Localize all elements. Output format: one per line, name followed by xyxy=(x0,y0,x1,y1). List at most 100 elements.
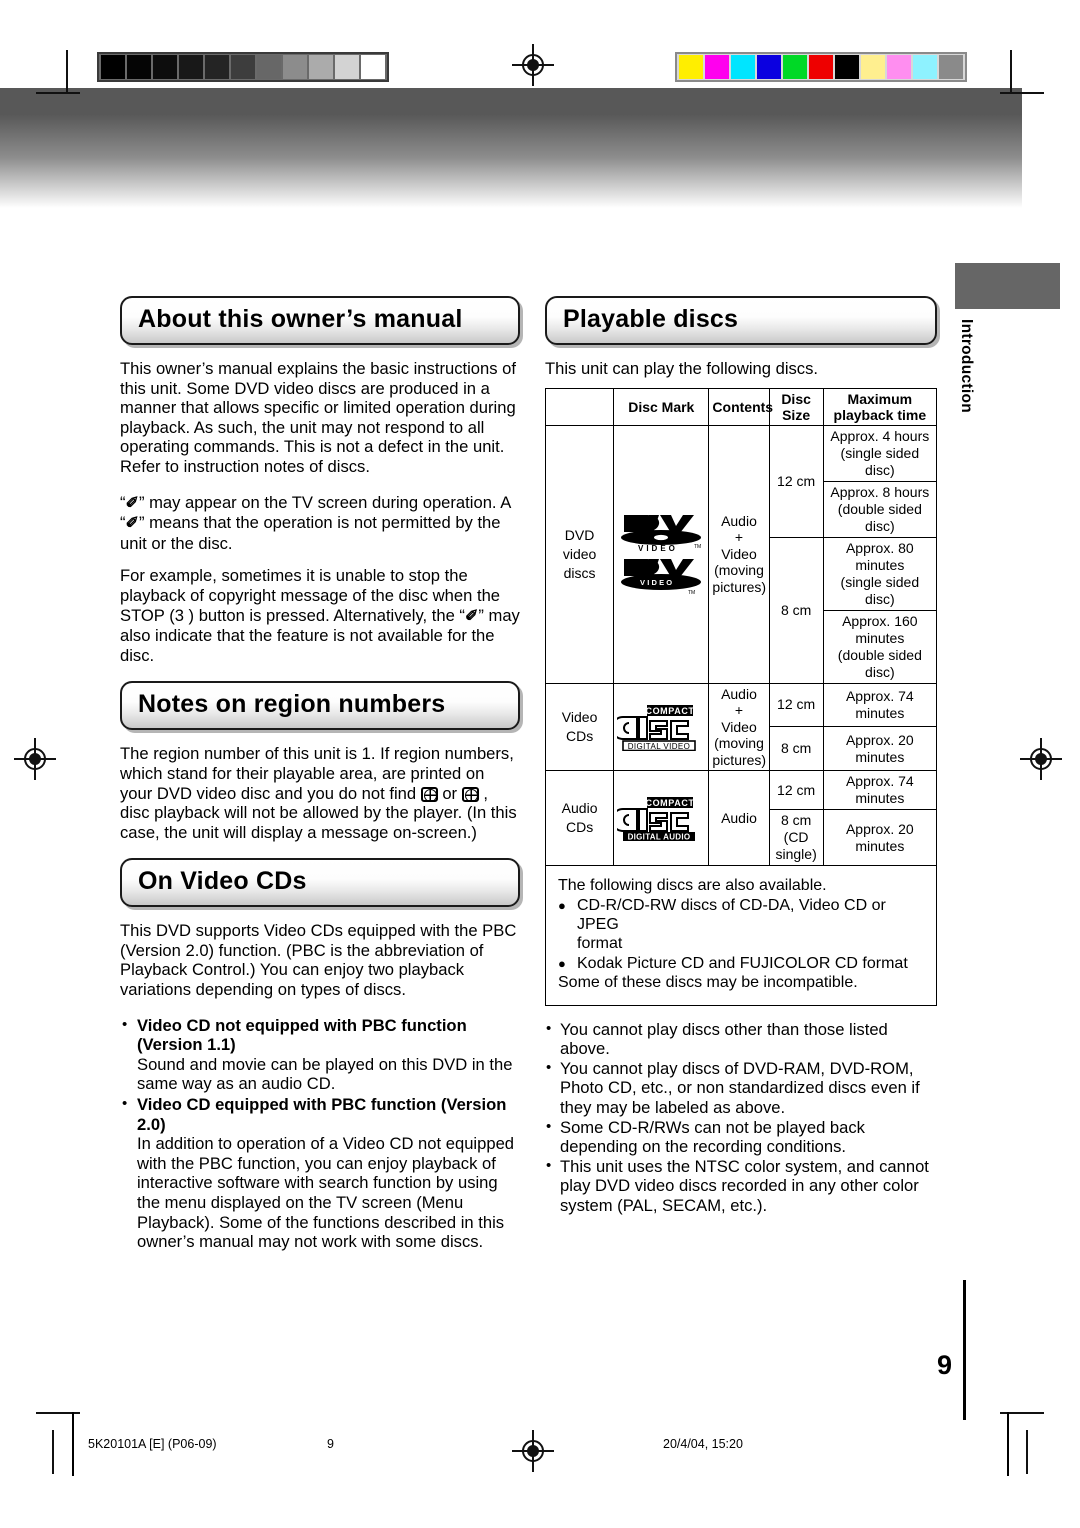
playback-time-cell: Approx. 74 minutes xyxy=(822,770,938,811)
playback-time-cell: Approx. 4 hours (single sided disc) xyxy=(822,424,938,482)
contents-line5: pictures) xyxy=(712,751,767,768)
contents-line2: + xyxy=(734,529,744,546)
about-manual-paragraph-3: For example, sometimes it is unable to s… xyxy=(120,566,520,665)
video-cd-item-heading: Video CD not equipped with PBC function … xyxy=(137,1015,467,1055)
video-cd-item-text: In addition to operation of a Video CD n… xyxy=(137,1134,515,1252)
disc-mark-cell-dvd: VIDEO TM VIDEO TM xyxy=(613,424,710,684)
size-line2: (CD xyxy=(783,829,809,846)
video-cd-item-text: Sound and movie can be played on this DV… xyxy=(137,1054,513,1094)
playback-time-cell: Approx. 20 minutes xyxy=(822,726,938,772)
svg-text:VIDEO: VIDEO xyxy=(638,544,678,553)
list-item: Video CD equipped with PBC function (Ver… xyxy=(120,1094,520,1252)
section-header-about-manual: About this owner’s manual xyxy=(120,296,520,345)
about-manual-paragraph-1: This owner’s manual explains the basic i… xyxy=(120,359,516,476)
footer-page-label: 9 xyxy=(327,1437,334,1451)
side-tab-block xyxy=(955,263,1060,309)
disc-size-cell-12cm-audiocd: 12 cm xyxy=(768,770,824,811)
section-header-region-numbers: Notes on region numbers xyxy=(120,681,520,731)
row-label-dvd-video-discs: DVD video discs xyxy=(544,424,615,684)
row-label-line2: CDs xyxy=(565,819,594,836)
size-line3: single) xyxy=(775,846,817,863)
time-line1: Approx. 4 hours xyxy=(830,427,930,444)
table-header-maximum-playback-time: Maximum playback time xyxy=(822,387,938,426)
maximum-line1: Maximum xyxy=(847,390,913,407)
row-label-line1: DVD xyxy=(564,526,595,543)
disc-size-cell-8cm-videocd: 8 cm xyxy=(768,726,824,772)
playback-time-cell: Approx. 74 minutes xyxy=(822,682,938,728)
contents-line1: Audio xyxy=(721,685,757,702)
right-column: Playable discs This unit can play the fo… xyxy=(544,296,938,1216)
notes-intro: The following discs are also available. xyxy=(558,877,827,895)
disc-size-line1: Disc xyxy=(781,390,811,407)
playable-discs-table: Disc Mark Contents Disc Size Maximum pla… xyxy=(544,387,938,867)
table-header-disc-size: Disc Size xyxy=(768,387,824,426)
table-header-contents: Contents xyxy=(708,387,773,426)
section-header-on-video-cds: On Video CDs xyxy=(120,858,520,908)
contents-cell-audio-cd: Audio xyxy=(708,770,770,867)
about-manual-paragraph-2: “✐” may appear on the TV screen during o… xyxy=(120,493,520,554)
time-line1: Approx. 8 hours xyxy=(830,483,930,500)
size-line1: 8 cm xyxy=(780,812,812,829)
footer-timestamp: 20/4/04, 15:20 xyxy=(663,1437,743,1451)
manual-page: About this owner’s manual This owner’s m… xyxy=(0,0,1080,1528)
contents-line1: Audio xyxy=(721,512,757,529)
disc-size-cell-12cm-dvd: 12 cm xyxy=(768,424,824,538)
time-line2: (double sided disc) xyxy=(837,500,922,534)
svg-text:VIDEO: VIDEO xyxy=(640,578,674,587)
table-header-blank xyxy=(544,387,615,426)
forbidden-hand-icon-2: ✐ xyxy=(125,515,139,533)
compact-disc-digital-audio-logo-icon: COMPACT DIGITAL AUDIO xyxy=(617,797,696,842)
row-label-video-cds: Video CDs xyxy=(544,682,615,772)
list-item: This unit uses the NTSC color system, an… xyxy=(545,1156,937,1216)
contents-cell-dvd: Audio + Video (moving pictures) xyxy=(708,424,770,684)
contents-cell-video-cd: Audio + Video (moving pictures) xyxy=(708,682,770,772)
notes-bullet-1-cont: format xyxy=(577,935,623,953)
disc-size-line2: Size xyxy=(782,406,811,423)
disc-size-cell-8cm-dvd: 8 cm xyxy=(768,536,824,684)
playback-restrictions-list: You cannot play discs other than those l… xyxy=(545,1019,937,1216)
contents-line2: + xyxy=(734,702,744,719)
region-numbers-paragraph: The region number of this unit is 1. If … xyxy=(120,744,520,842)
table-header-disc-mark: Disc Mark xyxy=(613,387,710,426)
maximum-line2: playback time xyxy=(833,406,927,423)
dvd-video-logo-outline-icon: VIDEO TM xyxy=(621,514,702,553)
dvd-video-logo-solid-icon: VIDEO TM xyxy=(621,558,702,596)
notes-bullet-1: CD-R/CD-RW discs of CD-DA, Video CD or J… xyxy=(558,896,924,935)
list-item: You cannot play discs other than those l… xyxy=(545,1019,937,1059)
time-line2: (single sided disc) xyxy=(840,573,920,607)
playable-discs-intro: This unit can play the following discs. xyxy=(545,359,819,378)
table-row: Video CDs COMPACT DIGITAL VIDEO Audio + … xyxy=(544,682,938,772)
about-manual-paragraph-2-tail: ” means that the operation is not permit… xyxy=(120,513,501,553)
table-row: Audio CDs COMPACT DIGITAL AUDIO Audio 12… xyxy=(544,770,938,867)
playback-time-cell: Approx. 160 minutes (double sided disc) xyxy=(822,609,938,684)
video-cd-item-heading: Video CD equipped with PBC function (Ver… xyxy=(137,1095,507,1134)
print-footer: 5K20101A [E] (P06-09) 9 20/4/04, 15:20 xyxy=(0,1437,1080,1477)
region-globe-icon-1 xyxy=(420,786,438,802)
notes-bullet-2: Kodak Picture CD and FUJICOLOR CD format xyxy=(558,954,924,974)
chapter-side-tab: Introduction xyxy=(955,263,1060,413)
row-label-line3: discs xyxy=(563,564,596,581)
logo-top-text: COMPACT xyxy=(646,706,695,716)
video-cd-variations-list: Video CD not equipped with PBC function … xyxy=(120,1015,520,1252)
contents-line3: Video xyxy=(721,545,757,562)
time-line2: (single sided disc) xyxy=(840,444,920,478)
svg-text:TM: TM xyxy=(688,590,695,596)
playback-time-cell: Approx. 20 minutes xyxy=(822,809,938,867)
row-label-line2: CDs xyxy=(565,727,594,744)
playback-time-cell: Approx. 8 hours (double sided disc) xyxy=(822,480,938,538)
disc-mark-cell-audio-cd: COMPACT DIGITAL AUDIO xyxy=(613,770,710,867)
time-line1: Approx. 80 minutes xyxy=(845,539,914,573)
notes-outro: Some of these discs may be incompatible. xyxy=(558,974,858,992)
contents-line3: Video xyxy=(721,718,757,735)
additional-discs-note-box: The following discs are also available. … xyxy=(545,866,937,1006)
forbidden-hand-icon-3: ✐ xyxy=(464,607,479,625)
section-header-playable-discs: Playable discs xyxy=(545,296,937,345)
page-number: 9 xyxy=(937,1350,953,1380)
disc-size-cell-12cm-videocd: 12 cm xyxy=(768,682,824,728)
list-item: You cannot play discs of DVD-RAM, DVD-RO… xyxy=(545,1058,937,1118)
row-label-line2: video xyxy=(562,545,597,562)
table-row: DVD video discs VIDEO TM VIDEO TM Audio … xyxy=(544,424,938,684)
compact-disc-digital-video-logo-icon: COMPACT DIGITAL VIDEO xyxy=(617,704,697,751)
time-line1: Approx. 160 minutes xyxy=(842,612,918,646)
logo-top-text: COMPACT xyxy=(646,798,695,808)
